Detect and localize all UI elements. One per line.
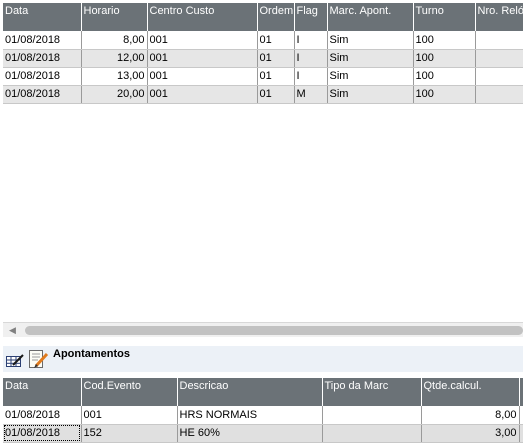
cell-data[interactable]: 01/08/2018	[3, 67, 82, 86]
cell-horario[interactable]: 8,00	[81, 31, 148, 50]
cell-ordem[interactable]: 01	[257, 49, 295, 68]
grid-header-row: Data Horario Centro Custo Ordem Flag Mar…	[3, 3, 523, 31]
cell-marc-apont[interactable]: Sim	[327, 49, 414, 68]
edit-grid-icon[interactable]	[6, 354, 24, 367]
cell-data[interactable]: 01/08/2018	[3, 406, 82, 425]
col-header-centro-custo[interactable]: Centro Custo	[147, 3, 258, 31]
cell-centro-custo[interactable]: 001	[147, 85, 258, 104]
cell-tipo-marc[interactable]	[322, 406, 422, 425]
cell-cod-evento[interactable]: 001	[81, 406, 178, 425]
col-header-data[interactable]: Data	[3, 378, 82, 406]
cell-nro-relog[interactable]	[475, 67, 523, 86]
cell-descricao[interactable]: HRS NORMAIS	[177, 406, 323, 425]
cell-tipo-marc[interactable]	[322, 424, 422, 443]
col-header-flag[interactable]: Flag	[294, 3, 328, 31]
cell-ordem[interactable]: 01	[257, 31, 295, 50]
cell-centro-custo[interactable]: 001	[147, 67, 258, 86]
cell-nro-relog[interactable]	[475, 31, 523, 50]
col-header-ordem[interactable]: Ordem	[257, 3, 295, 31]
cell-turno[interactable]: 100	[413, 49, 476, 68]
col-header-extra[interactable]	[519, 378, 523, 406]
col-header-horario[interactable]: Horario	[81, 3, 148, 31]
cell-turno[interactable]: 100	[413, 31, 476, 50]
cell-marc-apont[interactable]: Sim	[327, 85, 414, 104]
cell-horario[interactable]: 13,00	[81, 67, 148, 86]
col-header-nro-relog[interactable]: Nro. Relóg	[475, 3, 523, 31]
apontamentos-grid: Data Cod.Evento Descricao Tipo da Marc Q…	[3, 378, 523, 443]
cell-turno[interactable]: 100	[413, 85, 476, 104]
cell-cod-evento[interactable]: 152	[81, 424, 178, 443]
cell-flag[interactable]: M	[294, 85, 328, 104]
cell-ordem[interactable]: 01	[257, 85, 295, 104]
cell-nro-relog[interactable]	[475, 85, 523, 104]
cell-centro-custo[interactable]: 001	[147, 49, 258, 68]
cell-qtde-calcul[interactable]: 3,00	[421, 424, 520, 443]
col-header-data[interactable]: Data	[3, 3, 82, 31]
col-header-turno[interactable]: Turno	[413, 3, 476, 31]
table-row[interactable]: 01/08/2018 001 HRS NORMAIS 8,00	[3, 406, 523, 425]
col-header-qtde-calcul[interactable]: Qtde.calcul.	[421, 378, 520, 406]
cell-nro-relog[interactable]	[475, 49, 523, 68]
table-row[interactable]: 01/08/2018 12,00 001 01 I Sim 100	[3, 49, 523, 68]
scroll-left-arrow-icon[interactable]: ◀	[9, 325, 16, 336]
cell-flag[interactable]: I	[294, 67, 328, 86]
section-title: Apontamentos	[53, 348, 130, 360]
cell-ordem[interactable]: 01	[257, 67, 295, 86]
cell-centro-custo[interactable]: 001	[147, 31, 258, 50]
cell-qtde-calcul[interactable]: 8,00	[421, 406, 520, 425]
cell-descricao[interactable]: HE 60%	[177, 424, 323, 443]
table-row[interactable]: 01/08/2018 8,00 001 01 I Sim 100	[3, 31, 523, 50]
col-header-cod-evento[interactable]: Cod.Evento	[81, 378, 178, 406]
cell-extra	[519, 424, 523, 443]
col-header-tipo-marc[interactable]: Tipo da Marc	[322, 378, 422, 406]
cell-marc-apont[interactable]: Sim	[327, 31, 414, 50]
table-row[interactable]: 01/08/2018 20,00 001 01 M Sim 100	[3, 85, 523, 104]
cell-marc-apont[interactable]: Sim	[327, 67, 414, 86]
cell-turno[interactable]: 100	[413, 67, 476, 86]
apontamentos-section-header: Apontamentos	[3, 346, 523, 372]
table-row[interactable]: 01/08/2018 13,00 001 01 I Sim 100	[3, 67, 523, 86]
cell-horario[interactable]: 12,00	[81, 49, 148, 68]
cell-flag[interactable]: I	[294, 31, 328, 50]
cell-flag[interactable]: I	[294, 49, 328, 68]
col-header-marc-apont[interactable]: Marc. Apont.	[327, 3, 414, 31]
marcacoes-grid: Data Horario Centro Custo Ordem Flag Mar…	[3, 3, 523, 104]
table-row[interactable]: 01/08/2018 152 HE 60% 3,00	[3, 424, 523, 443]
horizontal-scrollbar[interactable]: ◀	[3, 322, 523, 337]
cell-data[interactable]: 01/08/2018	[3, 424, 82, 443]
scrollbar-thumb[interactable]	[25, 326, 523, 335]
cell-data[interactable]: 01/08/2018	[3, 85, 82, 104]
cell-data[interactable]: 01/08/2018	[3, 31, 82, 50]
notepad-pencil-icon[interactable]	[27, 349, 49, 369]
cell-horario[interactable]: 20,00	[81, 85, 148, 104]
cell-extra	[519, 406, 523, 425]
col-header-descricao[interactable]: Descricao	[177, 378, 323, 406]
cell-data[interactable]: 01/08/2018	[3, 49, 82, 68]
grid-header-row: Data Cod.Evento Descricao Tipo da Marc Q…	[3, 378, 523, 406]
